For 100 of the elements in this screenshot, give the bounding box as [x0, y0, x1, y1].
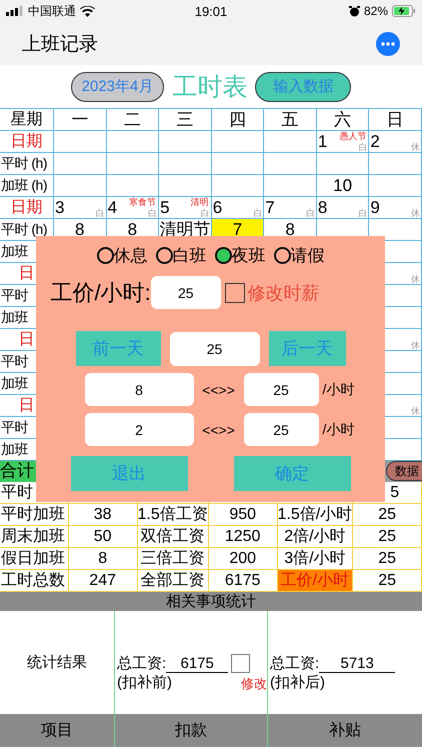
shift-tag: 白	[253, 208, 262, 218]
date-number: 1	[318, 131, 328, 152]
summary-cell: 950	[208, 504, 278, 526]
hours-cell[interactable]	[264, 153, 317, 175]
carrier: 中国联通	[28, 2, 76, 20]
date-cell[interactable]: 4 寒食节 白	[106, 197, 160, 219]
summary-cell: 8	[68, 548, 138, 570]
shift-tag: 白	[96, 208, 105, 218]
alarm-icon	[348, 6, 360, 16]
modify-checkbox[interactable]	[224, 282, 245, 302]
more-icon[interactable]	[376, 32, 400, 56]
wage-label: 总工资:	[270, 654, 320, 673]
overtime-cell[interactable]	[369, 175, 422, 197]
result-label: 统计结果	[27, 653, 87, 672]
summary-cell: 50	[68, 526, 138, 548]
edit-label[interactable]: 修改	[241, 675, 267, 693]
hourly-rate-field[interactable]: 25	[244, 413, 319, 446]
summary-cell: 平时加班	[0, 504, 69, 526]
summary-cell: 三倍工资	[138, 548, 209, 570]
shift-tag: 休	[411, 142, 420, 152]
date-number: 8	[318, 197, 328, 218]
summary-cell: 双倍工资	[138, 526, 209, 548]
holiday-label: 寒食节	[129, 197, 156, 207]
shift-radio[interactable]: 夜班	[214, 244, 266, 267]
overtime-cell[interactable]	[54, 175, 107, 197]
summary-cell: 假日加班	[0, 548, 69, 570]
date-number: 6	[212, 197, 222, 218]
shift-radio[interactable]: 休息	[96, 244, 148, 267]
overtime-cell[interactable]	[212, 175, 264, 197]
rate-field[interactable]: 25	[150, 276, 221, 309]
weekday-header: 二	[106, 109, 160, 131]
date-number: 5	[160, 197, 170, 218]
overtime-cell[interactable]	[159, 175, 212, 197]
date-cell[interactable]	[159, 131, 212, 153]
hourly-rate-field[interactable]: 25	[244, 373, 319, 406]
date-cell[interactable]: 7 白	[264, 197, 317, 219]
page-title: 上班记录	[22, 32, 98, 56]
overtime-cell[interactable]: 10	[316, 175, 370, 197]
hours-field[interactable]: 8	[84, 373, 194, 406]
shift-radio[interactable]: 白班	[156, 244, 206, 267]
hours-field[interactable]: 2	[84, 413, 194, 446]
weekday-header: 星期	[0, 109, 54, 131]
hours-cell[interactable]	[54, 153, 107, 175]
day-field[interactable]: 25	[170, 332, 260, 366]
wage-label: 总工资:	[117, 654, 166, 673]
date-cell[interactable]: 2 休	[369, 131, 422, 153]
summary-cell: 200	[208, 548, 278, 570]
date-cell[interactable]	[54, 131, 107, 153]
weekday-header: 四	[212, 109, 264, 131]
swap-separator: <<>>	[201, 382, 236, 398]
wage-note: (扣补后)	[270, 673, 325, 692]
summary-cell: 25	[353, 526, 422, 548]
date-cell[interactable]	[212, 131, 264, 153]
date-cell[interactable]: 9 休	[369, 197, 422, 219]
hours-cell[interactable]	[369, 153, 422, 175]
date-cell[interactable]	[106, 131, 160, 153]
shift-tag: 休	[411, 274, 420, 284]
date-cell[interactable]: 1 愚人节 白	[316, 131, 370, 153]
summary-cell: 周末加班	[0, 526, 69, 548]
summary-cell: 1.5倍/小时	[278, 504, 354, 526]
date-number: 9	[370, 197, 380, 218]
summary-cell: 25	[353, 504, 422, 526]
shift-radio[interactable]: 请假	[274, 244, 324, 267]
shift-tag: 白	[358, 142, 368, 152]
section-title: 相关事项统计	[0, 592, 422, 611]
column-header: 扣款	[175, 721, 207, 741]
summary-cell: 1250	[208, 526, 278, 548]
date-cell[interactable]: 5 清明 白	[159, 197, 212, 219]
row-label: 平时 (h)	[0, 153, 54, 175]
wage-note: (扣补前)	[117, 673, 172, 693]
shift-tag: 白	[358, 208, 368, 218]
overtime-cell[interactable]	[106, 175, 160, 197]
clock-time: 19:01	[194, 4, 228, 18]
date-cell[interactable]: 3 白	[54, 197, 107, 219]
battery-charging-icon	[392, 5, 416, 17]
shift-tag: 休	[411, 340, 420, 350]
weekday-header: 一	[54, 109, 107, 131]
hours-cell[interactable]	[316, 153, 370, 175]
date-number: 7	[265, 197, 275, 218]
summary-cell: 38	[68, 504, 138, 526]
signal-icon	[6, 6, 24, 16]
edit-checkbox[interactable]	[231, 654, 250, 673]
data-button[interactable]: 数据	[386, 461, 422, 481]
holiday-label: 愚人节	[339, 131, 366, 141]
hours-cell[interactable]	[106, 153, 160, 175]
hours-cell[interactable]	[212, 153, 264, 175]
weekday-header: 日	[369, 109, 422, 131]
hours-cell[interactable]	[159, 153, 212, 175]
date-number: 3	[55, 197, 64, 218]
shift-tag: 白	[148, 208, 158, 218]
holiday-label: 清明	[190, 197, 209, 207]
row-label: 加班 (h)	[0, 175, 54, 197]
weekday-header: 六	[316, 109, 370, 131]
date-label: 日期	[0, 197, 54, 219]
date-cell[interactable]: 8 白	[316, 197, 370, 219]
wage-value: 5713	[319, 655, 396, 673]
overtime-cell[interactable]	[264, 175, 317, 197]
date-cell[interactable]	[264, 131, 317, 153]
shift-tag: 休	[411, 406, 420, 416]
date-number: 2	[370, 131, 380, 152]
